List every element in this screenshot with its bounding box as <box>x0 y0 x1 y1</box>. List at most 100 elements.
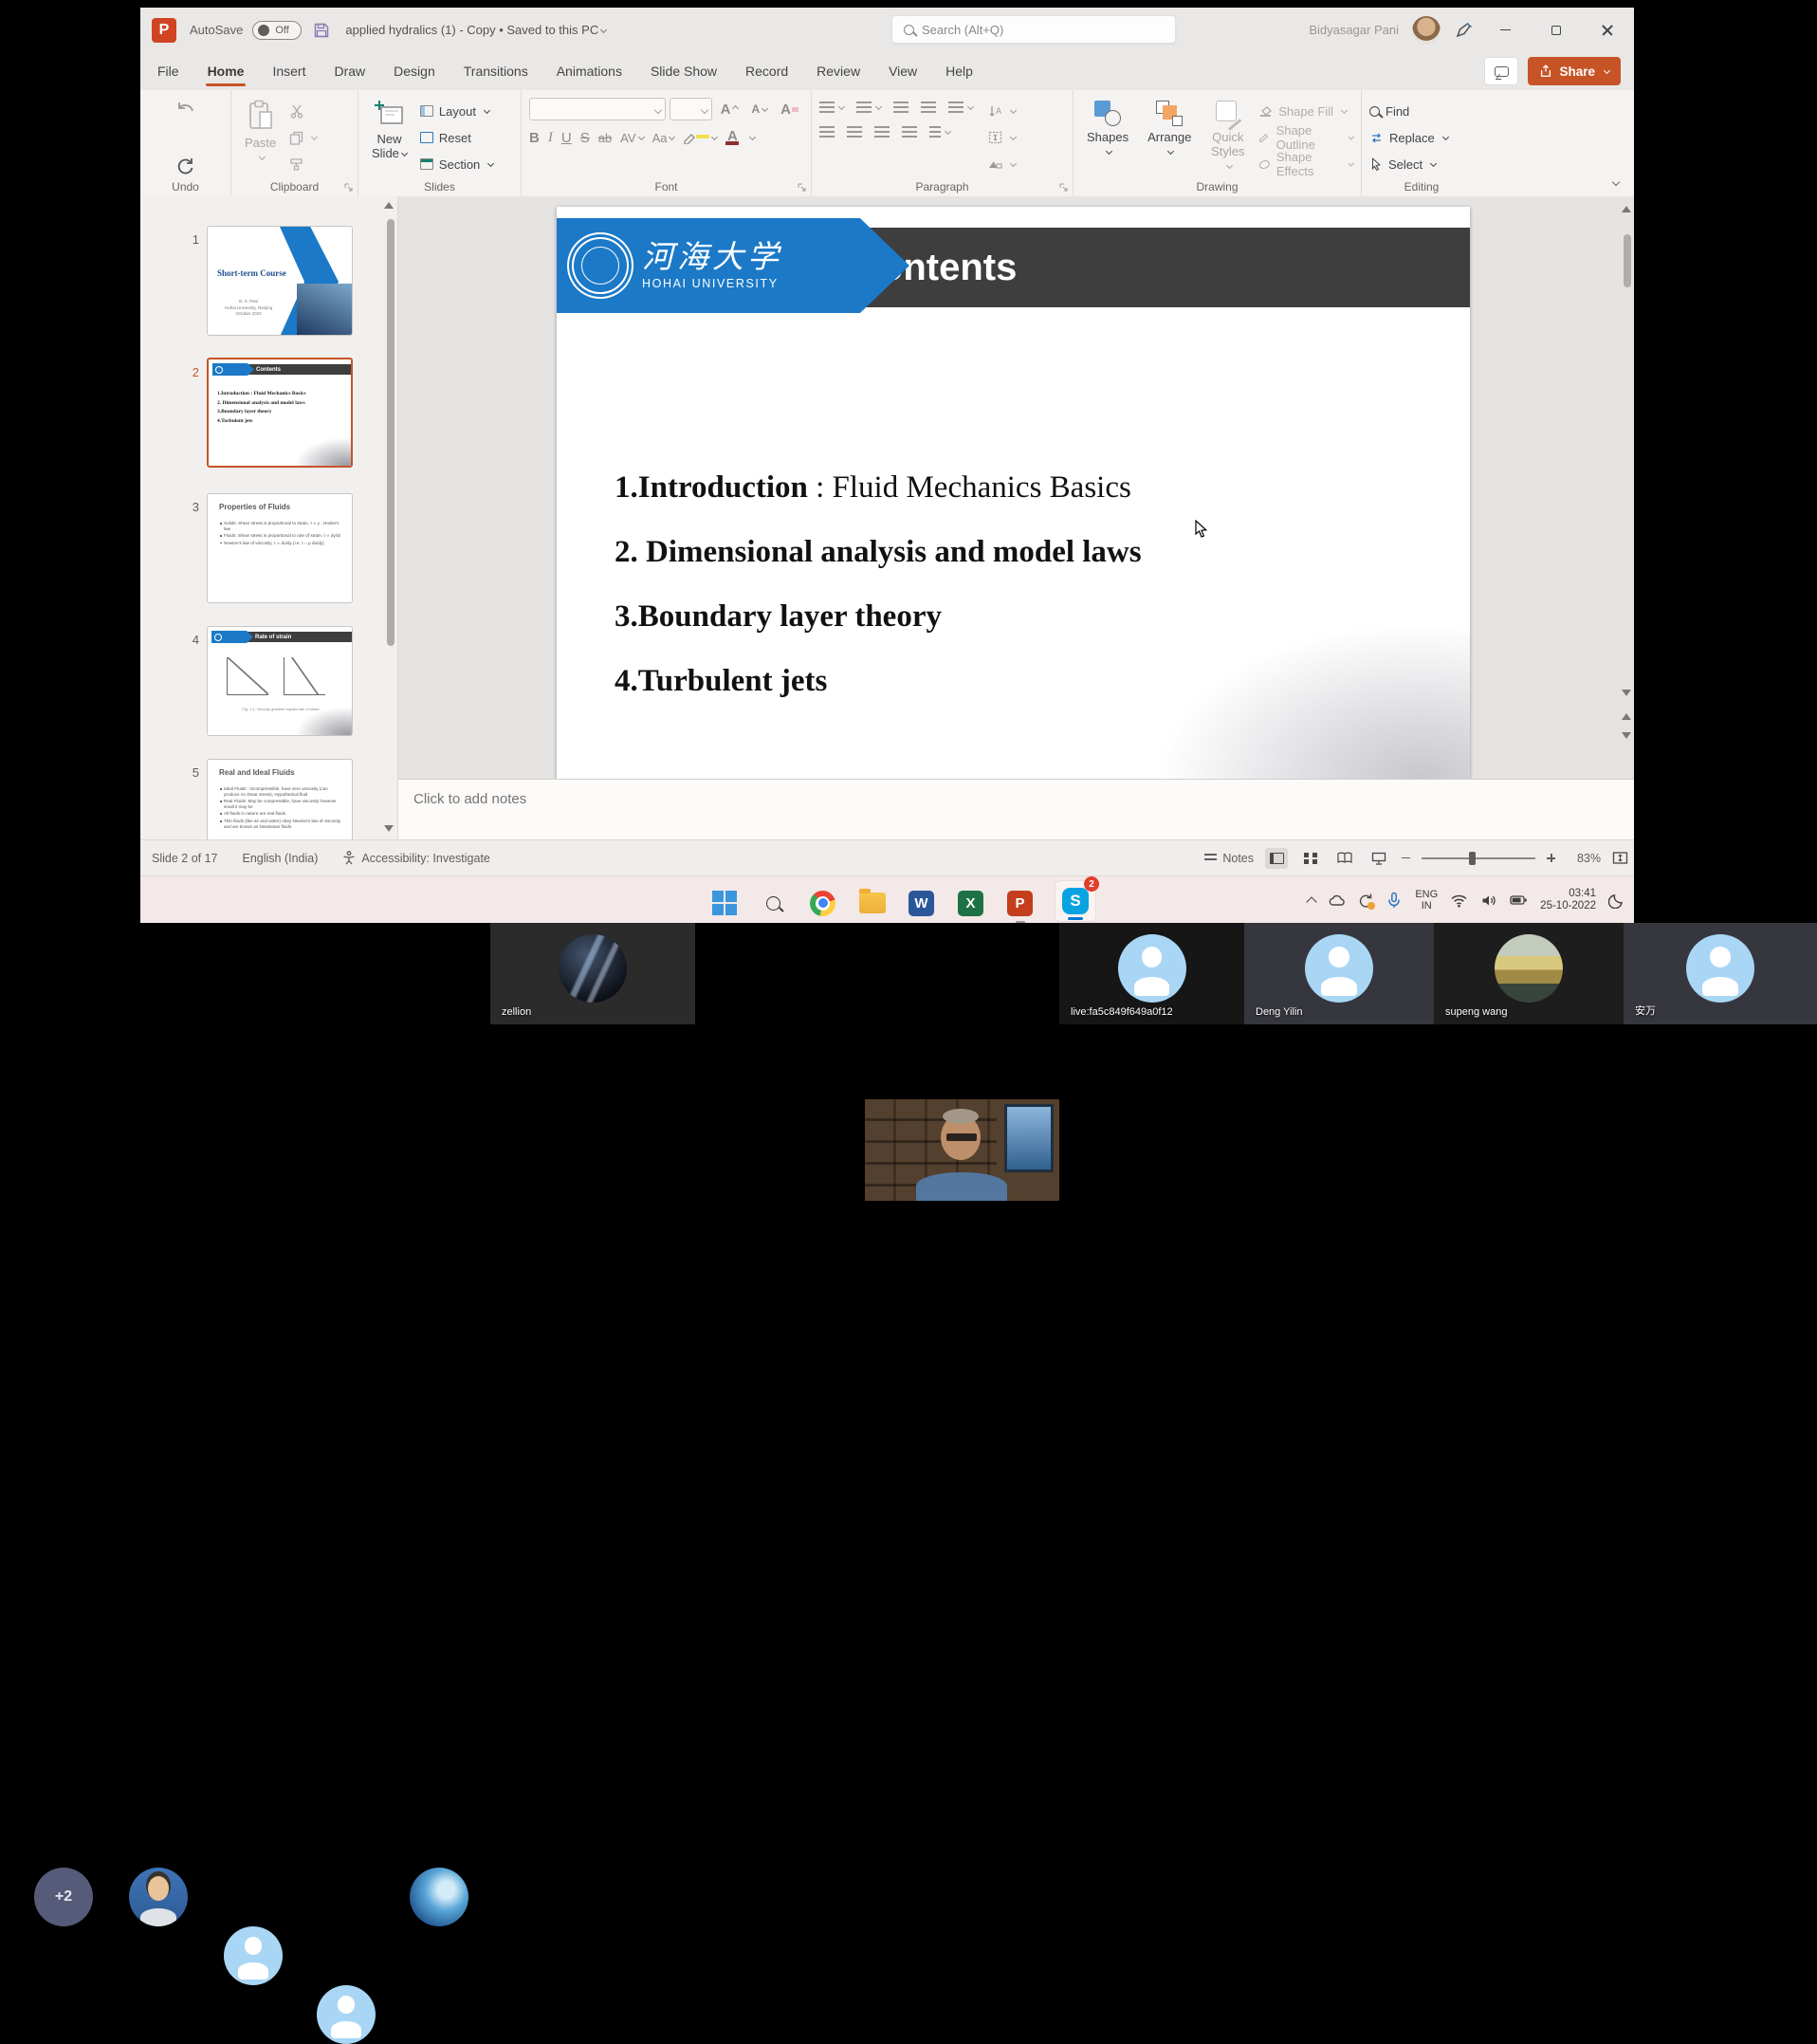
canvas-scrollbar[interactable] <box>1624 234 1631 287</box>
columns-icon[interactable] <box>929 126 941 138</box>
tab-insert[interactable]: Insert <box>270 60 307 83</box>
collapse-ribbon-icon[interactable] <box>1612 178 1620 186</box>
skype-taskbar-button[interactable]: S 2 <box>1055 880 1096 922</box>
participant-video-presenter[interactable] <box>865 1099 1059 1201</box>
speaker-icon[interactable] <box>1480 893 1497 908</box>
new-slide-button[interactable]: NewSlide <box>366 98 413 177</box>
minimize-button[interactable] <box>1486 16 1524 45</box>
participant-avatar-photo[interactable] <box>129 1868 188 1926</box>
participant-tile-anwan[interactable]: 安万 <box>1624 923 1817 1024</box>
ink-pen-icon[interactable] <box>1454 21 1473 40</box>
powerpoint-taskbar-button[interactable]: P <box>1005 889 1035 918</box>
tab-view[interactable]: View <box>887 60 919 83</box>
line-spacing-icon[interactable] <box>948 101 964 113</box>
shapes-button[interactable]: Shapes <box>1081 98 1134 177</box>
overflow-participants-badge[interactable]: +2 <box>34 1868 93 1926</box>
character-spacing-button[interactable]: AV <box>620 131 643 145</box>
document-title[interactable]: applied hydralics (1) - Copy • Saved to … <box>345 23 606 37</box>
onedrive-cloud-icon[interactable] <box>1328 893 1345 907</box>
paste-button[interactable]: Paste <box>239 98 282 177</box>
reading-view-button[interactable] <box>1333 848 1356 869</box>
strikethrough-ab-button[interactable]: ab <box>598 131 612 145</box>
slide-sorter-view-button[interactable] <box>1299 848 1322 869</box>
zoom-slider-thumb[interactable] <box>1469 852 1476 865</box>
zoom-in-button[interactable] <box>1547 854 1555 862</box>
change-case-button[interactable]: Aa <box>652 131 675 145</box>
select-button[interactable]: Select <box>1369 153 1448 175</box>
clipboard-dialog-launcher[interactable] <box>344 183 354 193</box>
canvas-scroll-down-icon[interactable] <box>1622 690 1631 696</box>
bold-button[interactable]: B <box>529 130 540 146</box>
strikethrough-button[interactable]: S <box>580 130 590 146</box>
maximize-button[interactable] <box>1537 16 1575 45</box>
align-right-icon[interactable] <box>874 126 890 138</box>
panel-scroll-down-icon[interactable] <box>384 825 394 832</box>
columns-chevron-icon[interactable] <box>945 127 951 134</box>
tab-home[interactable]: Home <box>206 60 247 83</box>
tab-design[interactable]: Design <box>392 60 437 83</box>
underline-button[interactable]: U <box>561 130 572 146</box>
search-input[interactable]: Search (Alt+Q) <box>891 15 1176 44</box>
participant-avatar-generic-2[interactable] <box>317 1985 376 2044</box>
bullets-icon[interactable] <box>819 101 835 113</box>
reset-button[interactable]: Reset <box>420 126 493 149</box>
zoom-out-button[interactable] <box>1402 857 1410 859</box>
repeat-icon[interactable] <box>175 157 194 175</box>
close-button[interactable] <box>1588 16 1626 45</box>
word-taskbar-button[interactable]: W <box>907 889 936 918</box>
numbering-chevron-icon[interactable] <box>875 102 882 109</box>
slide-thumbnail-4[interactable]: Rate of strain Fig. 1.1. Velocity gradie… <box>207 626 353 736</box>
tray-show-hidden-icons[interactable] <box>1307 896 1317 907</box>
battery-icon[interactable] <box>1510 893 1528 907</box>
accessibility-status[interactable]: Accessibility: Investigate <box>342 851 489 865</box>
language-indicator[interactable]: English (India) <box>243 852 319 865</box>
fit-slide-to-window-icon[interactable] <box>1612 850 1628 866</box>
next-slide-button[interactable] <box>1622 732 1631 739</box>
highlight-color-button[interactable] <box>683 133 717 144</box>
participant-tile-supeng-wang[interactable]: supeng wang <box>1434 923 1624 1024</box>
grow-font-button[interactable]: A <box>716 101 743 118</box>
notes-toggle-button[interactable]: Notes <box>1204 852 1254 865</box>
align-text-button[interactable] <box>988 126 1016 149</box>
normal-view-button[interactable] <box>1265 848 1288 869</box>
paragraph-dialog-launcher[interactable] <box>1059 183 1069 193</box>
slide-thumbnail-1[interactable]: Short-term Course B. S. Pani Hohai Unive… <box>207 226 353 336</box>
comments-button[interactable] <box>1484 57 1518 85</box>
chrome-taskbar-button[interactable] <box>808 889 837 918</box>
panel-scrollbar[interactable] <box>387 219 395 646</box>
tab-record[interactable]: Record <box>743 60 790 83</box>
tab-transitions[interactable]: Transitions <box>462 60 530 83</box>
do-not-disturb-moon-icon[interactable] <box>1608 893 1624 909</box>
font-color-chevron-icon[interactable] <box>749 134 756 140</box>
find-button[interactable]: Find <box>1369 100 1448 122</box>
wifi-icon[interactable] <box>1450 893 1468 908</box>
input-language-indicator[interactable]: ENGIN <box>1415 889 1438 912</box>
taskbar-search-button[interactable] <box>759 889 788 918</box>
notes-pane[interactable]: Click to add notes <box>398 779 1634 839</box>
line-spacing-chevron-icon[interactable] <box>967 102 974 109</box>
participant-avatar-generic-1[interactable] <box>224 1926 283 1985</box>
sync-status-icon[interactable] <box>1357 893 1373 909</box>
tab-review[interactable]: Review <box>815 60 862 83</box>
replace-button[interactable]: Replace <box>1369 126 1448 149</box>
align-center-icon[interactable] <box>847 126 862 138</box>
undo-icon[interactable] <box>175 100 196 117</box>
font-color-button[interactable]: A <box>725 132 739 145</box>
text-direction-button[interactable]: A <box>988 100 1016 122</box>
participant-avatar-photo-sea[interactable] <box>410 1868 468 1926</box>
panel-scroll-up-icon[interactable] <box>384 202 394 209</box>
format-painter-button[interactable] <box>289 153 317 175</box>
font-size-input[interactable] <box>670 98 711 120</box>
clock[interactable]: 03:4125-10-2022 <box>1540 888 1596 912</box>
tab-file[interactable]: File <box>156 60 181 83</box>
italic-button[interactable]: I <box>548 130 553 146</box>
font-dialog-launcher[interactable] <box>798 183 807 193</box>
convert-smartart-button[interactable] <box>988 153 1016 175</box>
excel-taskbar-button[interactable]: X <box>956 889 985 918</box>
shape-effects-button[interactable]: Shape Effects <box>1258 153 1353 175</box>
tab-animations[interactable]: Animations <box>555 60 624 83</box>
current-slide[interactable]: Contents 河海大学 HOHAI UNIVERSITY 1.Introdu… <box>557 207 1470 779</box>
previous-slide-button[interactable] <box>1622 713 1631 720</box>
tab-draw[interactable]: Draw <box>332 60 367 83</box>
zoom-slider[interactable] <box>1422 857 1535 859</box>
